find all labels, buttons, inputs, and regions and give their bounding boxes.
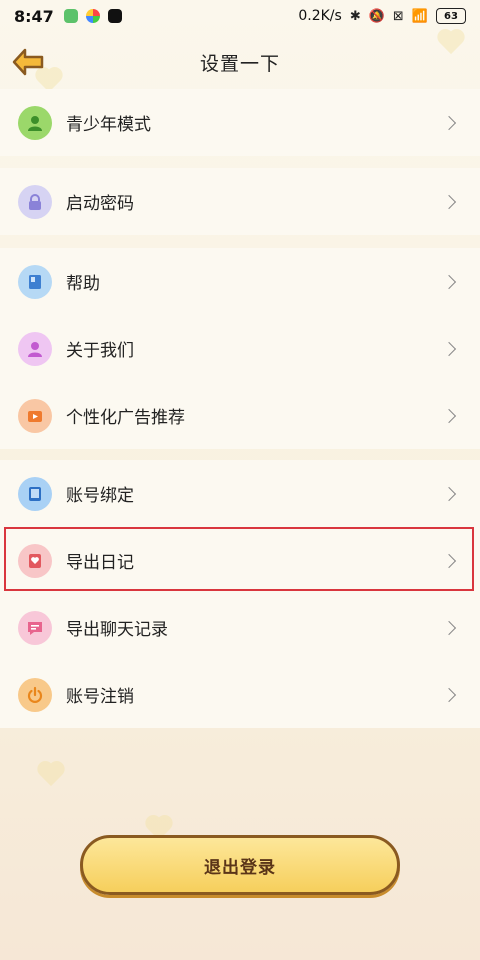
tiktok-icon [107, 9, 122, 23]
setting-label: 关于我们 [66, 341, 134, 361]
background-heart-decoration [38, 762, 64, 788]
setting-row-export-chat-history[interactable]: 导出聊天记录 [0, 594, 480, 661]
row-icon-bg [18, 184, 52, 219]
diary-icon [29, 553, 41, 568]
chevron-right-icon [441, 341, 457, 356]
setting-label: 帮助 [66, 274, 100, 294]
mute-icon: 🔕 [368, 8, 385, 24]
network-speed: 0.2K/s [298, 8, 342, 24]
row-icon-bg [18, 476, 52, 511]
setting-label: 个性化广告推荐 [66, 408, 185, 428]
settings-group-account: 账号绑定 导出日记 导出聊天记录 账号注销 [0, 460, 480, 728]
row-icon-bg [18, 331, 52, 366]
chevron-right-icon [441, 115, 457, 130]
setting-row-export-diary[interactable]: 导出日记 [0, 527, 480, 594]
settings-group-about: 帮助 关于我们 个性化广告推荐 [0, 248, 480, 449]
battery-icon: 63 [436, 8, 466, 24]
settings-group-youth: 青少年模式 [0, 89, 480, 156]
setting-row-personalized-ads[interactable]: 个性化广告推荐 [0, 382, 480, 449]
status-time: 8:47 [14, 6, 54, 26]
colorful-app-icon [85, 9, 100, 23]
setting-label: 账号绑定 [66, 486, 134, 506]
chevron-right-icon [441, 620, 457, 635]
row-icon-bg [18, 264, 52, 299]
chevron-right-icon [441, 553, 457, 568]
settings-group-password: 启动密码 [0, 168, 480, 235]
status-right-group: 0.2K/s ✱ 🔕 ⊠ 📶 63 [298, 8, 466, 24]
bluetooth-icon: ✱ [349, 8, 361, 24]
chevron-right-icon [441, 194, 457, 209]
page-title: 设置一下 [199, 52, 280, 75]
tablet-icon [29, 486, 41, 501]
setting-row-startup-password[interactable]: 启动密码 [0, 168, 480, 235]
setting-row-account-binding[interactable]: 账号绑定 [0, 460, 480, 527]
person-icon [28, 341, 42, 357]
lock-icon [29, 193, 41, 210]
setting-label: 启动密码 [66, 194, 134, 214]
logout-label: 退出登录 [204, 857, 276, 878]
back-button[interactable] [10, 44, 46, 80]
setting-row-youth-mode[interactable]: 青少年模式 [0, 89, 480, 156]
row-icon-bg [18, 543, 52, 578]
chevron-right-icon [441, 274, 457, 289]
row-icon-bg [18, 398, 52, 433]
setting-label: 账号注销 [66, 687, 134, 707]
power-icon [27, 686, 43, 703]
play-icon [28, 410, 42, 422]
setting-row-account-deletion[interactable]: 账号注销 [0, 661, 480, 728]
row-icon-bg [18, 105, 52, 140]
chevron-right-icon [441, 486, 457, 501]
book-icon [29, 274, 41, 289]
chevron-right-icon [441, 408, 457, 423]
setting-label: 导出聊天记录 [66, 620, 168, 640]
person-icon [28, 115, 42, 131]
wifi-icon: 📶 [411, 8, 428, 24]
setting-label: 导出日记 [66, 553, 134, 573]
header: 设置一下 [0, 40, 480, 84]
logout-button[interactable]: 退出登录 [80, 835, 400, 895]
setting-row-about-us[interactable]: 关于我们 [0, 315, 480, 382]
sim-icon: ⊠ [392, 8, 404, 24]
status-bar: 8:47 0.2K/s ✱ 🔕 ⊠ 📶 63 [0, 0, 480, 32]
back-arrow-icon [12, 48, 44, 76]
chevron-right-icon [441, 687, 457, 702]
chat-icon [28, 621, 42, 635]
setting-row-help[interactable]: 帮助 [0, 248, 480, 315]
row-icon-bg [18, 677, 52, 712]
setting-label: 青少年模式 [66, 115, 151, 135]
row-icon-bg [18, 610, 52, 645]
wechat-icon [63, 9, 78, 23]
